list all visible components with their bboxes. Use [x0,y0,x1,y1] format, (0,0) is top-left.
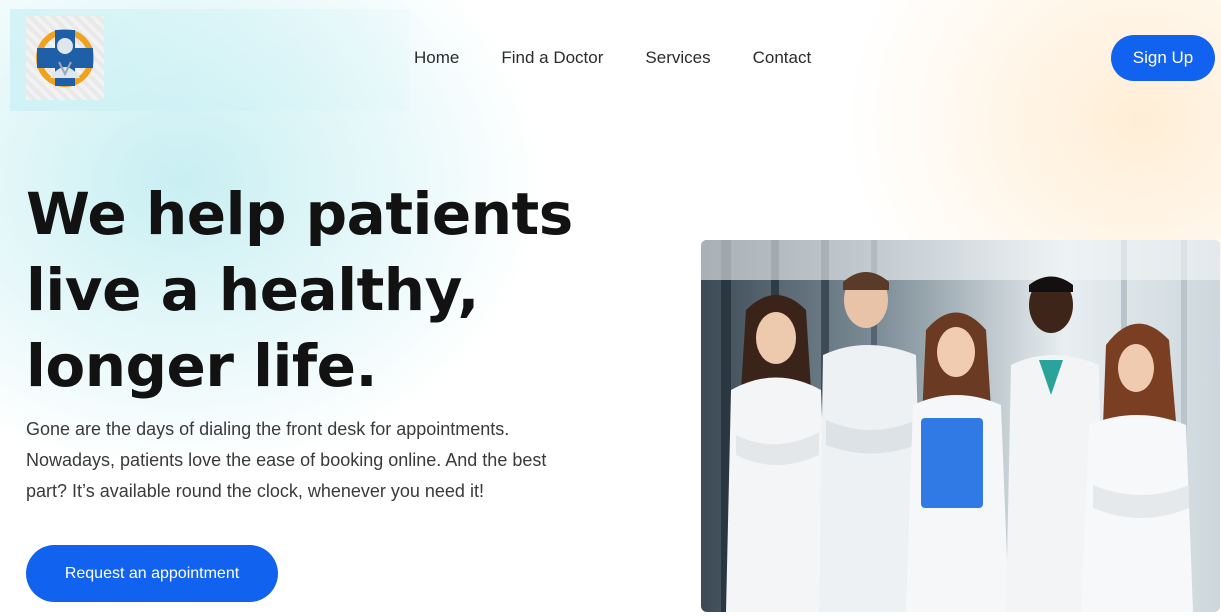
hero-title: We help patients live a healthy, longer … [26,176,646,404]
hero-description-line-1: Gone are the days of dialing the front d… [26,419,510,439]
hero-description: Gone are the days of dialing the front d… [26,414,586,507]
hero-description-line-2: Nowadays, patients love the ease of book… [26,450,547,470]
hero-title-line-1: We help patients [26,180,573,248]
request-appointment-button[interactable]: Request an appointment [26,545,278,602]
sign-up-button[interactable]: Sign Up [1111,35,1215,81]
medical-cross-logo-icon [36,29,94,87]
nav-services[interactable]: Services [645,48,710,68]
site-logo[interactable] [26,16,104,100]
hero-title-line-2: live a healthy, [26,256,479,324]
nav-home[interactable]: Home [414,48,459,68]
hero-description-line-3: part? It’s available round the clock, wh… [26,481,484,501]
nav-find-a-doctor[interactable]: Find a Doctor [501,48,603,68]
main-nav: Home Find a Doctor Services Contact [414,48,811,68]
hero-doctors-photo [701,240,1220,612]
hero-title-line-3: longer life. [26,332,378,400]
nav-contact[interactable]: Contact [753,48,812,68]
doctors-team-illustration [701,240,1220,612]
